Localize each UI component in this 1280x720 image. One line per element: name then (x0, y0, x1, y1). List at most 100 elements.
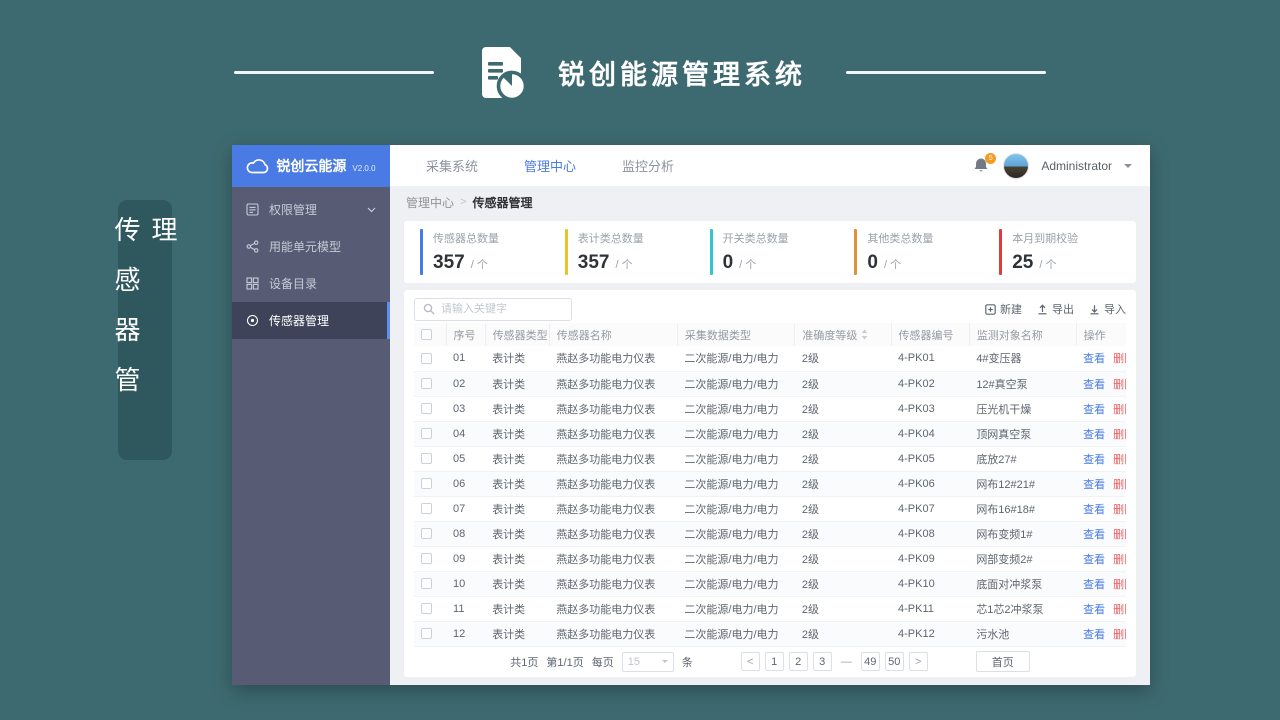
stat-value: 0 (722, 252, 734, 273)
row-checkbox[interactable] (421, 553, 432, 565)
delete-link[interactable]: 删除 (1113, 629, 1126, 641)
prev-page-button[interactable]: < (740, 652, 760, 671)
notification-bell-icon[interactable]: 5 (973, 152, 997, 175)
cell-data-type: 二次能源/电力/电力 (677, 346, 795, 372)
view-link[interactable]: 查看 (1083, 604, 1105, 616)
row-checkbox[interactable] (421, 453, 432, 465)
cell-sensor-code: 4-PK11 (891, 596, 970, 622)
sidebar-item-sensor-management[interactable]: 传感器管理 (232, 302, 390, 339)
app-logo: 锐创云能源 V2.0.0 (232, 145, 390, 187)
view-link[interactable]: 查看 (1083, 454, 1105, 466)
delete-link[interactable]: 删除 (1113, 604, 1126, 616)
cell-sensor-type: 表计类 (485, 596, 550, 622)
row-checkbox[interactable] (421, 503, 432, 515)
page-button[interactable]: 50 (884, 652, 904, 671)
delete-link[interactable]: 删除 (1113, 479, 1126, 491)
cell-sensor-type: 表计类 (485, 496, 550, 522)
column-header: 传感器编号 (898, 329, 954, 342)
row-checkbox[interactable] (421, 628, 432, 640)
next-page-button[interactable]: > (908, 652, 928, 671)
import-button[interactable]: 导入 (1089, 301, 1126, 317)
export-button[interactable]: 导出 (1037, 301, 1074, 317)
delete-link[interactable]: 删除 (1113, 529, 1126, 541)
view-link[interactable]: 查看 (1083, 504, 1105, 516)
row-checkbox[interactable] (421, 603, 432, 615)
sidebar-item-permissions[interactable]: 权限管理 (232, 191, 390, 228)
delete-link[interactable]: 删除 (1113, 429, 1126, 441)
cell-accuracy: 2级 (794, 371, 891, 397)
page-button[interactable]: 2 (788, 652, 808, 671)
cell-target-name: 网布12#21# (969, 471, 1077, 497)
cell-data-type: 二次能源/电力/电力 (677, 571, 795, 597)
select-all-checkbox[interactable] (421, 329, 432, 341)
delete-link[interactable]: 删除 (1113, 504, 1126, 516)
delete-link[interactable]: 删除 (1113, 379, 1126, 391)
nav-item-manage[interactable]: 管理中心 (524, 156, 576, 175)
user-avatar[interactable] (1003, 152, 1030, 179)
delete-link[interactable]: 删除 (1113, 554, 1126, 566)
cell-actions: 查看删除 (1076, 446, 1126, 472)
stat-value: 25 (1012, 252, 1034, 273)
delete-link[interactable]: 删除 (1113, 579, 1126, 591)
view-link[interactable]: 查看 (1083, 404, 1105, 416)
page-button[interactable]: 1 (764, 652, 784, 671)
cell-sensor-code: 4-PK06 (891, 471, 970, 497)
row-checkbox[interactable] (421, 478, 432, 490)
sidebar-item-device-catalog[interactable]: 设备目录 (232, 265, 390, 302)
table-row: 06 表计类 燕赵多功能电力仪表 二次能源/电力/电力 2级 4-PK06 网布12#21#… (414, 471, 1126, 497)
nav-item-collect[interactable]: 采集系统 (426, 156, 478, 175)
app-window: 锐创云能源 V2.0.0 采集系统 管理中心 监控分析 5 Administra… (232, 145, 1150, 685)
new-button[interactable]: 新建 (985, 301, 1022, 317)
cell-actions: 查看删除 (1076, 621, 1126, 647)
row-checkbox[interactable] (421, 428, 432, 440)
breadcrumb-parent[interactable]: 管理中心 (406, 194, 454, 211)
first-page-button[interactable]: 首页 (975, 651, 1030, 672)
row-checkbox[interactable] (421, 403, 432, 415)
view-link[interactable]: 查看 (1083, 429, 1105, 441)
view-link[interactable]: 查看 (1083, 629, 1105, 641)
nav-item-monitor[interactable]: 监控分析 (622, 156, 674, 175)
sort-icon[interactable] (861, 329, 868, 340)
chevron-down-icon[interactable] (1124, 163, 1132, 172)
cell-serial: 11 (446, 596, 486, 622)
stat-expiring-this-month: 本月到期校验 25 / 个 (987, 229, 1132, 275)
view-link[interactable]: 查看 (1083, 579, 1105, 591)
row-checkbox[interactable] (421, 528, 432, 540)
delete-link[interactable]: 删除 (1113, 404, 1126, 416)
banner-line-right (846, 71, 1046, 74)
cell-sensor-name: 燕赵多功能电力仪表 (549, 596, 678, 622)
delete-link[interactable]: 删除 (1113, 353, 1126, 365)
table-row: 10 表计类 燕赵多功能电力仪表 二次能源/电力/电力 2级 4-PK10 底面对冲浆泵 查看… (414, 571, 1126, 597)
row-checkbox[interactable] (421, 352, 432, 364)
view-link[interactable]: 查看 (1083, 529, 1105, 541)
view-link[interactable]: 查看 (1083, 479, 1105, 491)
stat-meter-total: 表计类总数量 357 / 个 (553, 229, 698, 275)
per-page-select[interactable]: 15 (621, 651, 674, 672)
search-box[interactable] (414, 297, 572, 321)
cell-accuracy: 2级 (794, 546, 891, 572)
cell-data-type: 二次能源/电力/电力 (677, 521, 795, 547)
pagination-summary: 共1页 第1/1页 每页 15 条 (510, 651, 693, 672)
view-link[interactable]: 查看 (1083, 379, 1105, 391)
view-link[interactable]: 查看 (1083, 554, 1105, 566)
column-header: 监测对象名称 (976, 329, 1043, 342)
user-name[interactable]: Administrator (1041, 159, 1112, 173)
sidebar-item-unit-model[interactable]: 用能单元模型 (232, 228, 390, 265)
topbar-right: 5 Administrator (973, 152, 1150, 179)
sidebar-item-label: 传感器管理 (269, 314, 330, 328)
table-row: 07 表计类 燕赵多功能电力仪表 二次能源/电力/电力 2级 4-PK07 网布16#18#… (414, 496, 1126, 522)
cell-sensor-type: 表计类 (485, 521, 550, 547)
cell-accuracy: 2级 (794, 471, 891, 497)
cell-checkbox (414, 396, 447, 422)
page-button[interactable]: 3 (812, 652, 832, 671)
search-input[interactable] (441, 303, 551, 315)
view-link[interactable]: 查看 (1083, 353, 1105, 365)
table-row: 12表计类燕赵多功能电力仪表二次能源/电力/电力2级4-PK12污水池查看删除 (414, 621, 1126, 647)
cell-sensor-name: 燕赵多功能电力仪表 (549, 346, 678, 372)
page-button[interactable]: 49 (860, 652, 880, 671)
delete-link[interactable]: 删除 (1113, 454, 1126, 466)
row-checkbox[interactable] (421, 578, 432, 590)
stat-accent-bar (564, 229, 568, 275)
pagination: 共1页 第1/1页 每页 15 条 <1 2 3—49 50 > 首页 (414, 647, 1126, 677)
row-checkbox[interactable] (421, 378, 432, 390)
